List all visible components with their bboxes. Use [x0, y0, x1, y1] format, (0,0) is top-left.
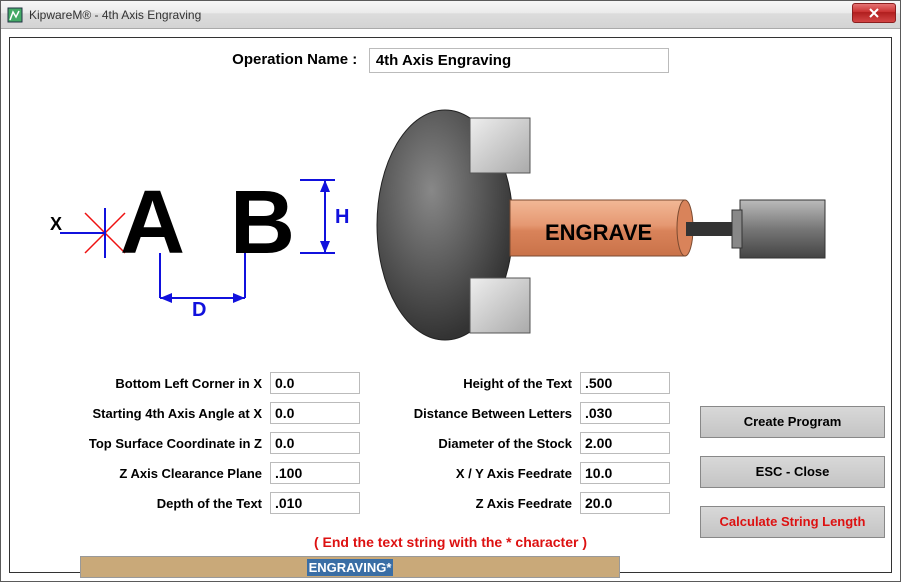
input-diameter-stock[interactable] — [580, 432, 670, 454]
svg-text:D: D — [192, 299, 206, 321]
left-column: Bottom Left Corner in X Starting 4th Axi… — [20, 368, 360, 556]
operation-name-row: Operation Name : — [10, 48, 891, 73]
field-xy-feedrate: X / Y Axis Feedrate — [370, 458, 670, 488]
input-xy-feedrate[interactable] — [580, 462, 670, 484]
form-area: Bottom Left Corner in X Starting 4th Axi… — [20, 368, 881, 556]
content-frame: Operation Name : X A B — [9, 37, 892, 573]
diagram-rotary: ENGRAVE — [370, 100, 850, 350]
engrave-string-value: ENGRAVING* — [307, 559, 394, 576]
input-z-feedrate[interactable] — [580, 492, 670, 514]
svg-text:H: H — [335, 206, 349, 228]
create-program-button[interactable]: Create Program — [700, 406, 885, 438]
app-icon — [7, 7, 23, 23]
label: Starting 4th Axis Angle at X — [20, 406, 270, 421]
input-start-angle[interactable] — [270, 402, 360, 424]
svg-text:ENGRAVE: ENGRAVE — [545, 220, 652, 245]
button-column: Create Program ESC - Close Calculate Str… — [680, 368, 885, 556]
diagram-letters: X A B D — [40, 148, 350, 328]
operation-name-input[interactable] — [369, 48, 669, 73]
svg-text:B: B — [230, 173, 295, 273]
titlebar: KipwareM® - 4th Axis Engraving — [1, 1, 900, 29]
field-z-feedrate: Z Axis Feedrate — [370, 488, 670, 518]
esc-close-button[interactable]: ESC - Close — [700, 456, 885, 488]
field-diameter-stock: Diameter of the Stock — [370, 428, 670, 458]
label: Diameter of the Stock — [370, 436, 580, 451]
close-icon — [869, 8, 879, 18]
field-bottom-left-x: Bottom Left Corner in X — [20, 368, 360, 398]
label: Distance Between Letters — [370, 406, 580, 421]
field-start-angle: Starting 4th Axis Angle at X — [20, 398, 360, 428]
input-height-text[interactable] — [580, 372, 670, 394]
field-top-surface-z: Top Surface Coordinate in Z — [20, 428, 360, 458]
client-area: Operation Name : X A B — [1, 29, 900, 581]
label: Top Surface Coordinate in Z — [20, 436, 270, 451]
field-depth-text: Depth of the Text — [20, 488, 360, 518]
svg-text:A: A — [120, 173, 185, 273]
svg-text:X: X — [50, 214, 62, 234]
footer-hint: ( End the text string with the * charact… — [10, 534, 891, 550]
label: Height of the Text — [370, 376, 580, 391]
input-z-clearance[interactable] — [270, 462, 360, 484]
input-bottom-left-x[interactable] — [270, 372, 360, 394]
label: Depth of the Text — [20, 496, 270, 511]
label: X / Y Axis Feedrate — [370, 466, 580, 481]
field-height-text: Height of the Text — [370, 368, 670, 398]
input-distance-letters[interactable] — [580, 402, 670, 424]
field-distance-letters: Distance Between Letters — [370, 398, 670, 428]
engrave-string-input[interactable]: ENGRAVING* — [80, 556, 620, 578]
window-title: KipwareM® - 4th Axis Engraving — [29, 8, 201, 22]
input-depth-text[interactable] — [270, 492, 360, 514]
app-window: KipwareM® - 4th Axis Engraving Operation… — [0, 0, 901, 582]
input-top-surface-z[interactable] — [270, 432, 360, 454]
label: Z Axis Feedrate — [370, 496, 580, 511]
label: Z Axis Clearance Plane — [20, 466, 270, 481]
right-column: Height of the Text Distance Between Lett… — [370, 368, 670, 556]
operation-name-label: Operation Name : — [232, 51, 357, 68]
field-z-clearance: Z Axis Clearance Plane — [20, 458, 360, 488]
label: Bottom Left Corner in X — [20, 376, 270, 391]
close-button[interactable] — [852, 3, 896, 23]
